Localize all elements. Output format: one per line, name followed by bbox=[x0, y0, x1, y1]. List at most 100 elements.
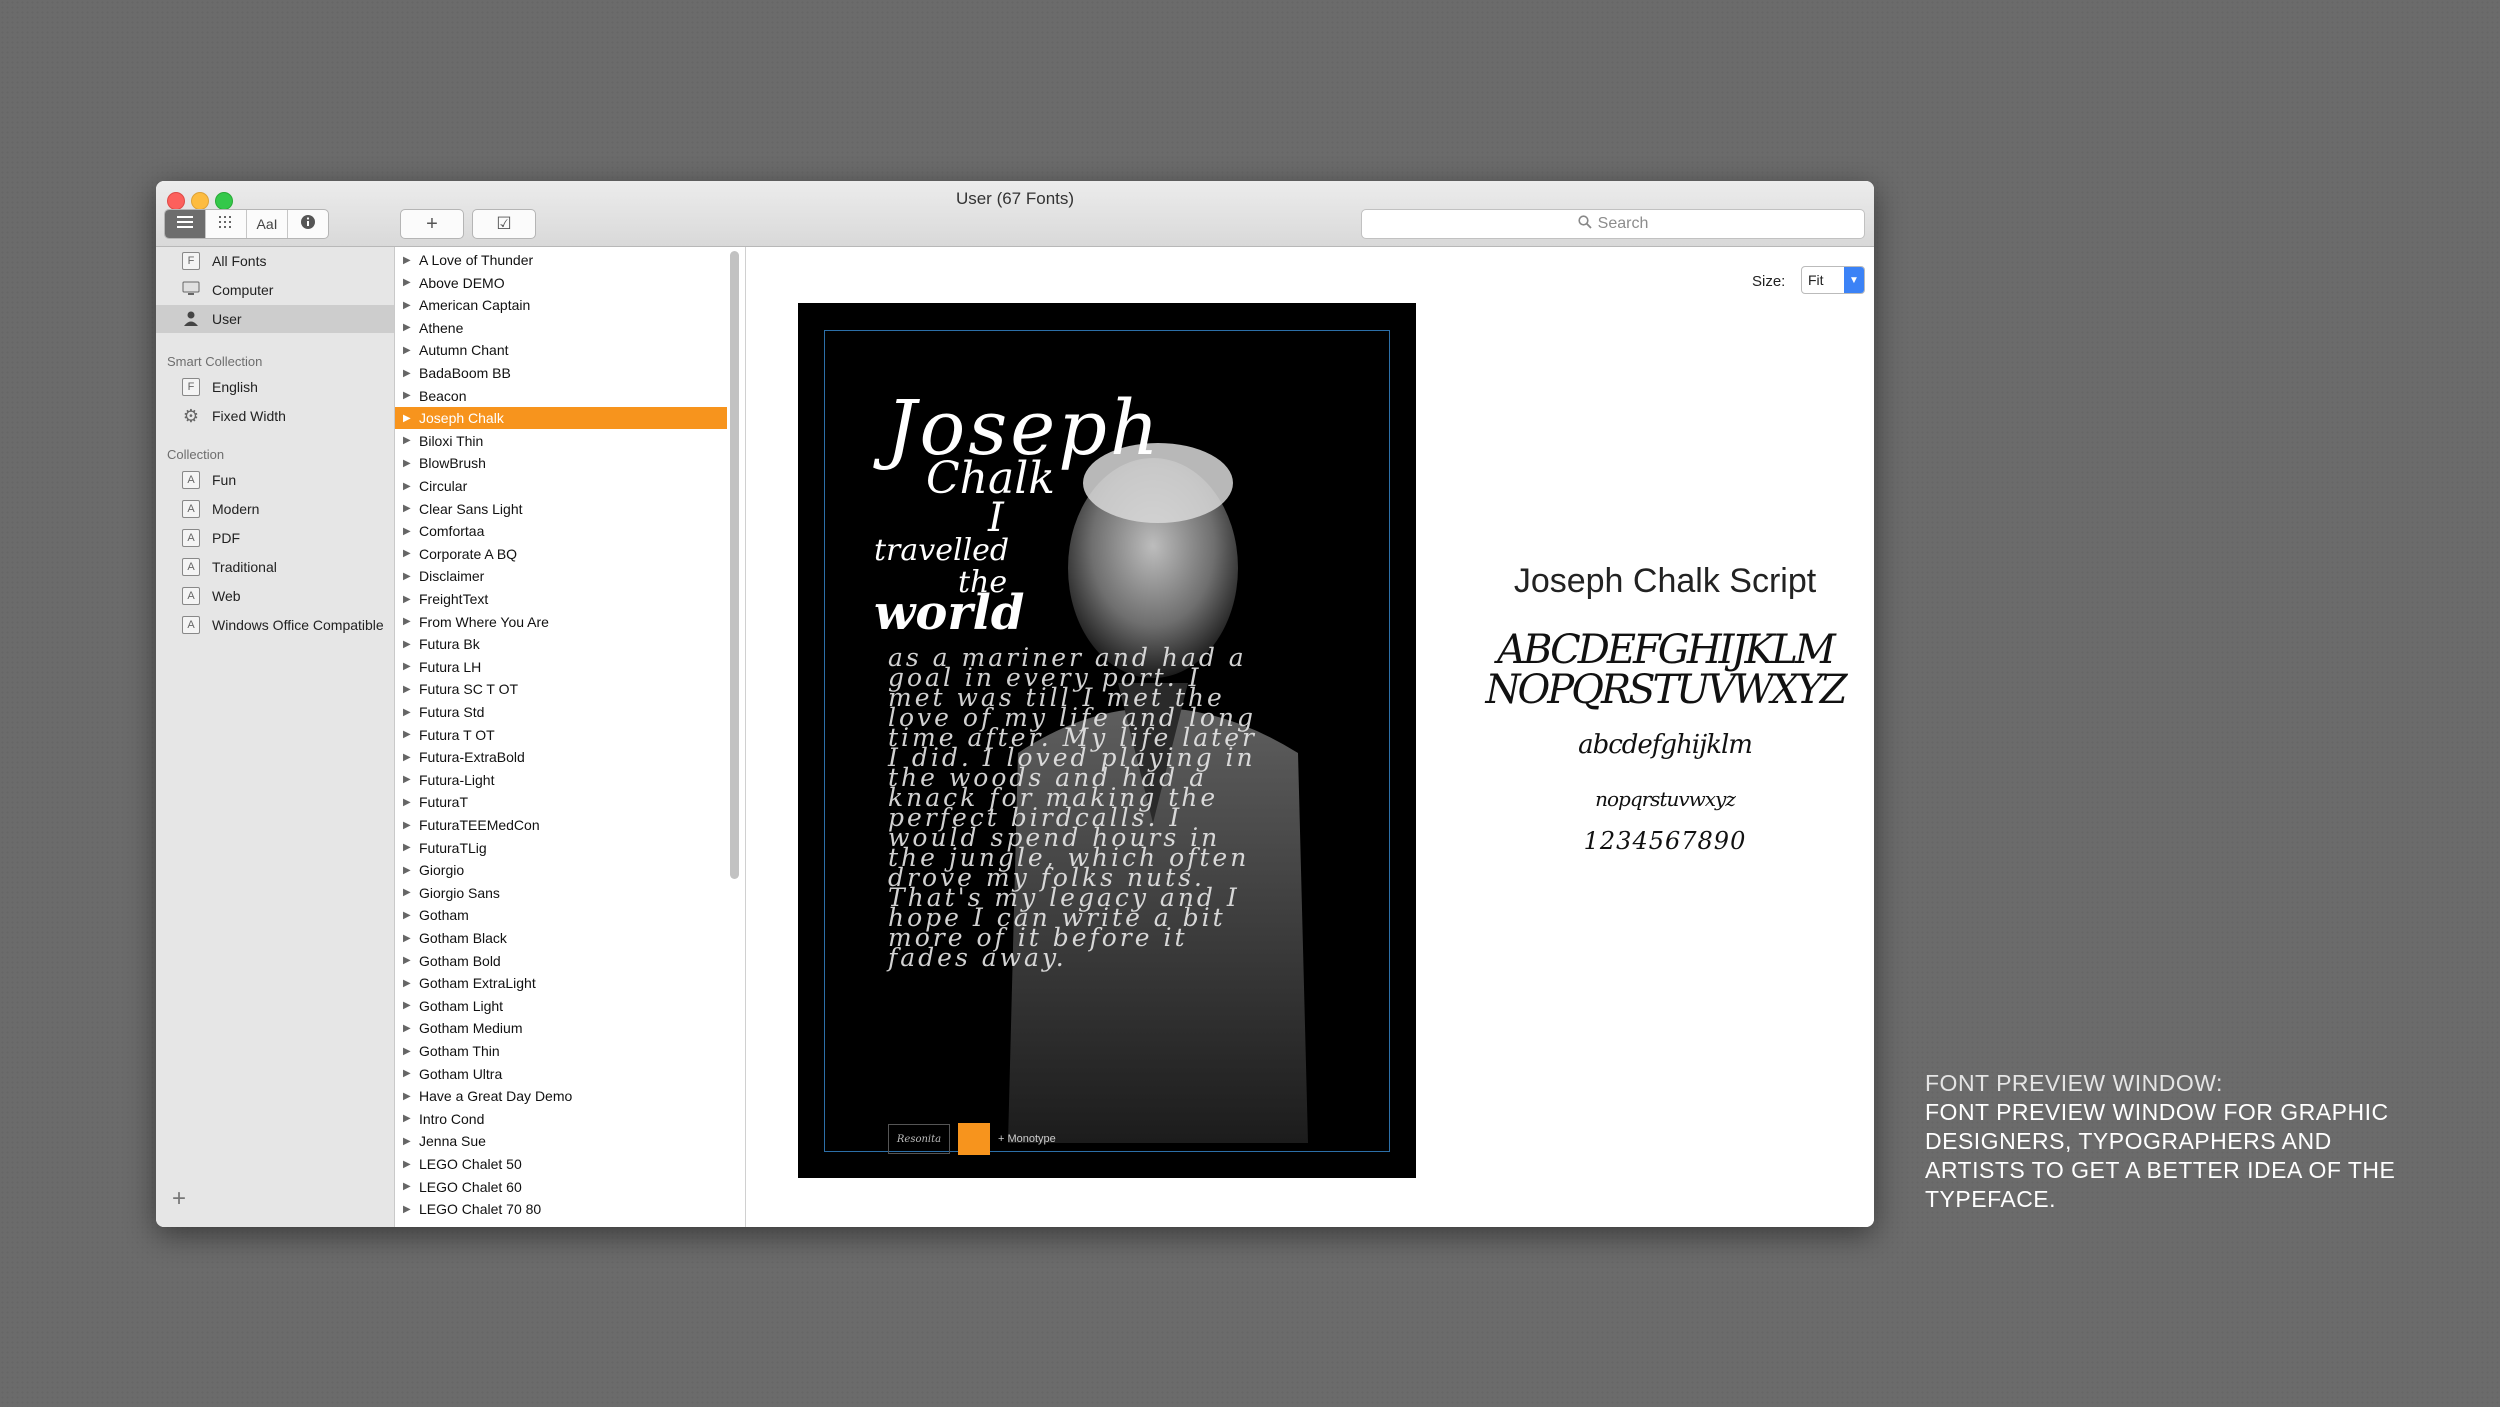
disclosure-triangle-icon[interactable]: ▶ bbox=[403, 933, 413, 944]
font-list-item[interactable]: ▶ FuturaTLig bbox=[395, 837, 727, 859]
font-list-item[interactable]: ▶ Circular bbox=[395, 475, 727, 497]
disclosure-triangle-icon[interactable]: ▶ bbox=[403, 661, 413, 672]
font-list-item[interactable]: ▶ BlowBrush bbox=[395, 452, 727, 474]
font-list-item[interactable]: ▶ Giorgio bbox=[395, 859, 727, 881]
disclosure-triangle-icon[interactable]: ▶ bbox=[403, 277, 413, 288]
add-font-button[interactable]: + bbox=[400, 209, 464, 239]
font-list-item[interactable]: ▶ Have a Great Day Demo bbox=[395, 1085, 727, 1107]
sidebar-item-web[interactable]: A Web bbox=[156, 582, 394, 610]
sidebar-item-all-fonts[interactable]: F All Fonts bbox=[156, 247, 394, 275]
font-list-item[interactable]: ▶ LEGO Chalet 50 bbox=[395, 1153, 727, 1175]
font-list-item[interactable]: ▶ LEGO Chalet 60 bbox=[395, 1176, 727, 1198]
font-list-item[interactable]: ▶ Athene bbox=[395, 317, 727, 339]
disclosure-triangle-icon[interactable]: ▶ bbox=[403, 616, 413, 627]
font-list-item[interactable]: ▶ Giorgio Sans bbox=[395, 882, 727, 904]
disclosure-triangle-icon[interactable]: ▶ bbox=[403, 458, 413, 469]
sidebar-item-traditional[interactable]: A Traditional bbox=[156, 553, 394, 581]
font-list-item[interactable]: ▶ FreightText bbox=[395, 588, 727, 610]
font-list-item[interactable]: ▶ Futura Bk bbox=[395, 633, 727, 655]
disclosure-triangle-icon[interactable]: ▶ bbox=[403, 978, 413, 989]
validate-fonts-button[interactable]: ☑ bbox=[472, 209, 536, 239]
disclosure-triangle-icon[interactable]: ▶ bbox=[403, 322, 413, 333]
font-list-item[interactable]: ▶ Futura-Light bbox=[395, 769, 727, 791]
font-list-item[interactable]: ▶ Futura-ExtraBold bbox=[395, 746, 727, 768]
disclosure-triangle-icon[interactable]: ▶ bbox=[403, 1136, 413, 1147]
add-collection-button[interactable]: + bbox=[172, 1185, 186, 1213]
disclosure-triangle-icon[interactable]: ▶ bbox=[403, 345, 413, 356]
disclosure-triangle-icon[interactable]: ▶ bbox=[403, 1000, 413, 1011]
disclosure-triangle-icon[interactable]: ▶ bbox=[403, 639, 413, 650]
disclosure-triangle-icon[interactable]: ▶ bbox=[403, 594, 413, 605]
font-list-item[interactable]: ▶ American Captain bbox=[395, 294, 727, 316]
disclosure-triangle-icon[interactable]: ▶ bbox=[403, 887, 413, 898]
disclosure-triangle-icon[interactable]: ▶ bbox=[403, 910, 413, 921]
font-list-scrollbar[interactable] bbox=[730, 251, 739, 879]
font-list-item[interactable]: ▶ A Love of Thunder bbox=[395, 249, 727, 271]
font-list-item[interactable]: ▶ Beacon bbox=[395, 385, 727, 407]
font-list-item[interactable]: ▶ Disclaimer bbox=[395, 565, 727, 587]
disclosure-triangle-icon[interactable]: ▶ bbox=[403, 481, 413, 492]
sidebar-item-pdf[interactable]: A PDF bbox=[156, 524, 394, 552]
font-list-item[interactable]: ▶ Above DEMO bbox=[395, 272, 727, 294]
disclosure-triangle-icon[interactable]: ▶ bbox=[403, 300, 413, 311]
font-list-item[interactable]: ▶ Futura T OT bbox=[395, 724, 727, 746]
disclosure-triangle-icon[interactable]: ▶ bbox=[403, 729, 413, 740]
disclosure-triangle-icon[interactable]: ▶ bbox=[403, 707, 413, 718]
font-list-item[interactable]: ▶ Gotham Ultra bbox=[395, 1063, 727, 1085]
grid-view-button[interactable] bbox=[206, 210, 247, 238]
disclosure-triangle-icon[interactable]: ▶ bbox=[403, 1046, 413, 1057]
disclosure-triangle-icon[interactable]: ▶ bbox=[403, 255, 413, 266]
font-list-item[interactable]: ▶ From Where You Are bbox=[395, 611, 727, 633]
sidebar-item-windows-office-compatible[interactable]: A Windows Office Compatible bbox=[156, 611, 394, 639]
font-list-item[interactable]: ▶ Comfortaa bbox=[395, 520, 727, 542]
disclosure-triangle-icon[interactable]: ▶ bbox=[403, 571, 413, 582]
disclosure-triangle-icon[interactable]: ▶ bbox=[403, 503, 413, 514]
font-list-item[interactable]: ▶ Clear Sans Light bbox=[395, 498, 727, 520]
disclosure-triangle-icon[interactable]: ▶ bbox=[403, 1159, 413, 1170]
disclosure-triangle-icon[interactable]: ▶ bbox=[403, 774, 413, 785]
font-list-item[interactable]: ▶ Intro Cond bbox=[395, 1108, 727, 1130]
disclosure-triangle-icon[interactable]: ▶ bbox=[403, 955, 413, 966]
sidebar-item-fun[interactable]: A Fun bbox=[156, 466, 394, 494]
font-list-item[interactable]: ▶ Gotham Black bbox=[395, 927, 727, 949]
font-list-item[interactable]: ▶ Gotham Medium bbox=[395, 1017, 727, 1039]
font-list-item[interactable]: ▶ Biloxi Thin bbox=[395, 430, 727, 452]
disclosure-triangle-icon[interactable]: ▶ bbox=[403, 842, 413, 853]
disclosure-triangle-icon[interactable]: ▶ bbox=[403, 390, 413, 401]
font-list-item[interactable]: ▶ BadaBoom BB bbox=[395, 362, 727, 384]
disclosure-triangle-icon[interactable]: ▶ bbox=[403, 752, 413, 763]
sidebar-item-computer[interactable]: Computer bbox=[156, 276, 394, 304]
font-list-item[interactable]: ▶ Joseph Chalk bbox=[395, 407, 727, 430]
disclosure-triangle-icon[interactable]: ▶ bbox=[403, 1181, 413, 1192]
font-list-item[interactable]: ▶ Gotham Light bbox=[395, 995, 727, 1017]
disclosure-triangle-icon[interactable]: ▶ bbox=[403, 413, 413, 424]
disclosure-triangle-icon[interactable]: ▶ bbox=[403, 684, 413, 695]
sample-view-button[interactable]: AaI bbox=[247, 210, 288, 238]
font-list-item[interactable]: ▶ Corporate A BQ bbox=[395, 543, 727, 565]
font-list-item[interactable]: ▶ Gotham Bold bbox=[395, 950, 727, 972]
disclosure-triangle-icon[interactable]: ▶ bbox=[403, 435, 413, 446]
disclosure-triangle-icon[interactable]: ▶ bbox=[403, 1091, 413, 1102]
sidebar-item-english[interactable]: F English bbox=[156, 373, 394, 401]
sidebar-item-modern[interactable]: A Modern bbox=[156, 495, 394, 523]
sidebar-item-fixed-width[interactable]: ⚙ Fixed Width bbox=[156, 402, 394, 430]
disclosure-triangle-icon[interactable]: ▶ bbox=[403, 1204, 413, 1215]
font-list-item[interactable]: ▶ FuturaTEEMedCon bbox=[395, 814, 727, 836]
disclosure-triangle-icon[interactable]: ▶ bbox=[403, 865, 413, 876]
info-view-button[interactable] bbox=[288, 210, 328, 238]
disclosure-triangle-icon[interactable]: ▶ bbox=[403, 797, 413, 808]
font-list-item[interactable]: ▶ Futura Std bbox=[395, 701, 727, 723]
list-view-button[interactable] bbox=[165, 210, 206, 238]
font-list-item[interactable]: ▶ Jenna Sue bbox=[395, 1130, 727, 1152]
disclosure-triangle-icon[interactable]: ▶ bbox=[403, 1113, 413, 1124]
disclosure-triangle-icon[interactable]: ▶ bbox=[403, 820, 413, 831]
font-list-item[interactable]: ▶ LEGO Chalet 70 80 bbox=[395, 1198, 727, 1220]
disclosure-triangle-icon[interactable]: ▶ bbox=[403, 1023, 413, 1034]
font-list-item[interactable]: ▶ Futura SC T OT bbox=[395, 678, 727, 700]
sidebar-item-user[interactable]: User bbox=[156, 305, 394, 333]
font-list-item[interactable]: ▶ FuturaT bbox=[395, 791, 727, 813]
font-list-item[interactable]: ▶ Gotham bbox=[395, 904, 727, 926]
font-list-item[interactable]: ▶ Futura LH bbox=[395, 656, 727, 678]
disclosure-triangle-icon[interactable]: ▶ bbox=[403, 548, 413, 559]
disclosure-triangle-icon[interactable]: ▶ bbox=[403, 1068, 413, 1079]
